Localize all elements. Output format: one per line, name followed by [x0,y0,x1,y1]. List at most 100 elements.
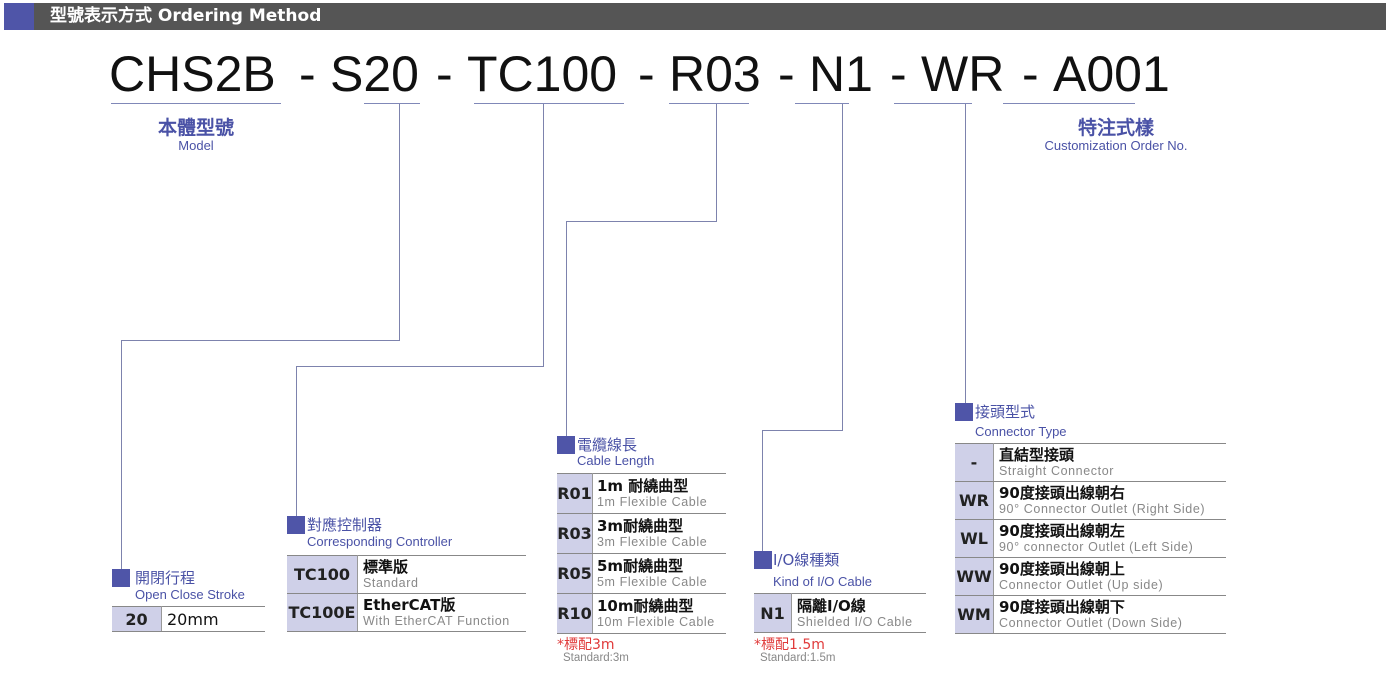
option-desc-zh: 90度接頭出線朝上 [999,560,1125,578]
model-label-en: Model [178,138,214,153]
code-custom: A001 [1053,46,1170,102]
underline-model [111,103,281,104]
option-desc-en: 3m Flexible Cable [597,535,708,549]
option-desc: 標準版 Standard [357,555,526,594]
code-sep: - [299,46,316,102]
table-row: R05 5m耐繞曲型 5m Flexible Cable [557,553,726,594]
option-desc-en: Shielded I/O Cable [797,614,913,629]
stroke-title-zh: 開閉行程 [135,569,196,587]
option-code: WL [955,519,994,558]
option-desc-zh: 隔離I/O線 [797,596,866,615]
io-note-zh: *標配1.5m [754,637,825,653]
custom-label-en: Customization Order No. [1044,138,1188,153]
cable-title-en: Cable Length [577,453,655,468]
stroke-options-table: 20 20mm [112,606,265,632]
option-desc: 90度接頭出線朝右 90° Connector Outlet (Right Sid… [993,481,1226,520]
option-desc-en: Straight Connector [999,464,1115,478]
code-cable: R03 [669,46,761,102]
cable-title-zh: 電纜線長 [577,436,638,454]
code-io: N1 [809,46,873,102]
group-marker-cable [557,436,575,454]
custom-label-zh: 特注式樣 [1077,117,1154,139]
table-row: WL 90度接頭出線朝左 90° connector Outlet (Left S… [955,519,1226,558]
io-options-table: N1 隔離I/O線 Shielded I/O Cable [754,593,926,633]
option-desc-zh: EtherCAT版 [363,596,456,614]
option-desc: EtherCAT版 With EtherCAT Function [357,593,526,632]
table-row: N1 隔離I/O線 Shielded I/O Cable [754,593,926,633]
option-code: TC100 [287,555,358,594]
leader-line-cable [566,221,567,437]
table-row: WW 90度接頭出線朝上 Connector Outlet (Up side) [955,557,1226,596]
leader-line-stroke [121,340,122,572]
leader-line-io [762,430,843,431]
option-desc-zh: 標準版 [363,558,409,576]
io-note-en: Standard:1.5m [760,652,836,664]
leader-line-io [762,430,763,552]
connector-title-zh: 接頭型式 [975,403,1036,421]
section-header: 型號表示方式 Ordering Method [4,3,1386,30]
model-label-zh: 本體型號 [157,117,234,139]
controller-options-table: TC100 標準版 Standard TC100E EtherCAT版 With E… [287,555,526,632]
leader-line-connector [965,104,966,404]
code-model: CHS2B [109,46,276,102]
controller-title-zh: 對應控制器 [307,516,383,534]
option-code: R10 [557,593,593,634]
table-row: TC100 標準版 Standard [287,555,526,594]
option-code: R01 [557,473,593,514]
option-desc-en: Connector Outlet (Down Side) [999,616,1183,630]
option-desc: 90度接頭出線朝下 Connector Outlet (Down Side) [993,595,1226,634]
leader-line-cable [566,221,717,222]
connector-title-en: Connector Type [975,424,1067,439]
option-desc-zh: 90度接頭出線朝右 [999,484,1125,502]
table-row: WM 90度接頭出線朝下 Connector Outlet (Down Side) [955,595,1226,634]
underline-controller [474,103,624,104]
option-desc-zh: 90度接頭出線朝下 [999,598,1125,616]
option-desc-zh: 10m耐繞曲型 [597,597,694,615]
option-code: R05 [557,553,593,594]
leader-line-controller [296,366,544,367]
group-marker-io [754,551,772,569]
underline-cable [669,103,749,104]
option-desc-en: 1m Flexible Cable [597,495,708,509]
header-accent [4,3,34,30]
group-marker-stroke [112,569,130,587]
option-code: N1 [754,593,792,633]
io-title-zh: I/O線種類 [773,551,840,569]
option-desc-en: 5m Flexible Cable [597,575,708,589]
option-code: TC100E [287,593,358,632]
option-desc: 90度接頭出線朝上 Connector Outlet (Up side) [993,557,1226,596]
underline-connector [894,103,972,104]
code-sep: - [436,46,453,102]
option-desc-en: With EtherCAT Function [363,614,510,628]
table-row: - 直結型接頭 Straight Connector [955,443,1226,482]
option-desc-en: 90° Connector Outlet (Right Side) [999,502,1206,516]
option-desc: 隔離I/O線 Shielded I/O Cable [791,593,926,633]
option-desc: 1m 耐繞曲型 1m Flexible Cable [592,473,726,514]
cable-note-zh: *標配3m [557,637,615,653]
option-code: - [955,443,994,482]
option-desc-en: Standard [363,576,419,590]
option-desc-zh: 直結型接頭 [999,446,1075,464]
cable-note-en: Standard:3m [563,652,629,664]
leader-line-stroke [121,340,400,341]
underline-stroke [364,103,420,104]
code-controller: TC100 [467,46,618,102]
code-sep: - [638,46,655,102]
cable-options-table: R01 1m 耐繞曲型 1m Flexible Cable R03 3m耐繞曲型 3… [557,473,726,634]
section-title: 型號表示方式 Ordering Method [50,6,322,26]
table-row: R03 3m耐繞曲型 3m Flexible Cable [557,513,726,554]
underline-custom [1003,103,1135,104]
option-desc-en: Connector Outlet (Up side) [999,578,1164,592]
code-sep: - [890,46,907,102]
option-desc: 90度接頭出線朝左 90° connector Outlet (Left Side… [993,519,1226,558]
controller-title-en: Corresponding Controller [307,534,453,549]
leader-line-controller [543,104,544,367]
table-row: TC100E EtherCAT版 With EtherCAT Function [287,593,526,632]
code-stroke: S20 [330,46,419,102]
option-code: 20 [112,606,162,632]
option-code: WM [955,595,994,634]
option-desc: 20mm [161,606,265,632]
stroke-title-en: Open Close Stroke [135,587,245,602]
code-sep: - [1022,46,1039,102]
option-desc: 5m耐繞曲型 5m Flexible Cable [592,553,726,594]
